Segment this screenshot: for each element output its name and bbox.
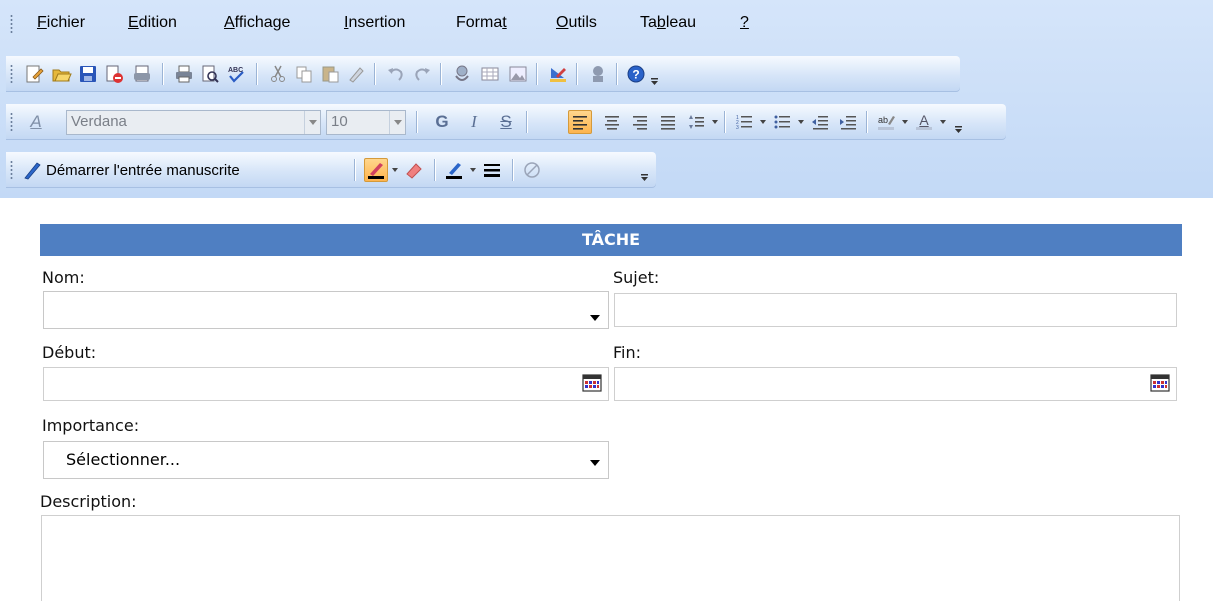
fin-calendar-icon[interactable] xyxy=(1150,374,1170,392)
font-size-select[interactable]: 10 xyxy=(326,110,406,135)
importance-dropdown-arrow-icon[interactable] xyxy=(590,460,600,466)
highlight-dropdown-icon[interactable] xyxy=(902,120,908,124)
menu-bar: Fichier Edition Affichage Insertion Form… xyxy=(0,10,1213,38)
debut-label: Début: xyxy=(42,343,97,362)
highlighter-dropdown-icon[interactable] xyxy=(470,168,476,172)
menu-format[interactable]: Format xyxy=(456,10,507,38)
print-icon[interactable] xyxy=(172,62,196,86)
font-name-select[interactable]: Verdana xyxy=(66,110,321,135)
fin-label: Fin: xyxy=(613,343,642,362)
svg-text:3: 3 xyxy=(736,125,739,131)
copy-icon[interactable] xyxy=(292,62,316,86)
eraser-icon[interactable] xyxy=(402,158,426,182)
font-name-value: Verdana xyxy=(71,113,127,130)
pen-color-dropdown-icon[interactable] xyxy=(392,168,398,172)
svg-text:ab: ab xyxy=(878,115,888,125)
align-left-button[interactable] xyxy=(568,110,592,134)
menu-grip[interactable] xyxy=(10,14,13,34)
debut-calendar-icon[interactable] xyxy=(582,374,602,392)
menu-edition[interactable]: Edition xyxy=(128,10,177,38)
hyperlink-icon[interactable] xyxy=(450,62,474,86)
redo-icon[interactable] xyxy=(410,62,434,86)
ink-toolbar: Démarrer l'entrée manuscrite xyxy=(6,152,656,188)
font-size-dropdown-icon[interactable] xyxy=(389,111,405,134)
line-spacing-icon[interactable] xyxy=(684,110,708,134)
increase-indent-icon[interactable] xyxy=(836,110,860,134)
start-ink-button[interactable]: Démarrer l'entrée manuscrite xyxy=(46,159,240,183)
formatting-toolbar-options-icon[interactable] xyxy=(954,125,963,134)
undo-icon[interactable] xyxy=(384,62,408,86)
description-label: Description: xyxy=(40,492,137,511)
ink-annotation-icon[interactable] xyxy=(520,158,544,182)
menu-outils[interactable]: Outils xyxy=(556,10,597,38)
formatting-toolbar-grip[interactable] xyxy=(10,112,13,132)
open-folder-icon[interactable] xyxy=(50,62,74,86)
insert-table-icon[interactable] xyxy=(478,62,502,86)
task-header: TÂCHE xyxy=(40,224,1182,256)
svg-text:?: ? xyxy=(632,68,639,82)
menu-insertion[interactable]: Insertion xyxy=(344,10,405,38)
menu-affichage[interactable]: Affichage xyxy=(224,10,290,38)
toolbar-band: Fichier Edition Affichage Insertion Form… xyxy=(0,0,1213,198)
nom-dropdown-arrow-icon[interactable] xyxy=(590,315,600,321)
importance-value: Sélectionner... xyxy=(66,450,181,469)
description-textarea[interactable] xyxy=(41,515,1180,601)
menu-tableau[interactable]: Tableau xyxy=(640,10,696,38)
print-preview-doc-icon[interactable] xyxy=(130,62,154,86)
permission-icon[interactable] xyxy=(102,62,126,86)
decrease-indent-icon[interactable] xyxy=(808,110,832,134)
fin-date-input[interactable] xyxy=(614,367,1177,401)
align-right-icon[interactable] xyxy=(628,110,652,134)
print-preview-icon[interactable] xyxy=(198,62,222,86)
sujet-input[interactable] xyxy=(614,293,1177,327)
importance-label: Importance: xyxy=(42,416,140,435)
font-size-value: 10 xyxy=(331,113,348,130)
line-weight-icon[interactable] xyxy=(480,158,504,182)
paste-icon[interactable] xyxy=(318,62,342,86)
font-color-dropdown-icon[interactable] xyxy=(940,120,946,124)
standard-toolbar-grip[interactable] xyxy=(10,64,13,84)
standard-toolbar: ABC ? xyxy=(6,56,960,92)
help-icon[interactable]: ? xyxy=(624,62,648,86)
new-document-icon[interactable] xyxy=(22,62,46,86)
font-color-icon[interactable]: A xyxy=(912,110,936,134)
justify-icon[interactable] xyxy=(656,110,680,134)
nom-dropdown[interactable] xyxy=(43,291,609,329)
styles-icon[interactable]: A xyxy=(24,110,48,134)
line-spacing-dropdown-icon[interactable] xyxy=(712,120,718,124)
importance-dropdown[interactable]: Sélectionner... xyxy=(43,441,609,479)
nom-label: Nom: xyxy=(42,268,85,287)
menu-help[interactable]: ? xyxy=(740,10,749,38)
sujet-label: Sujet: xyxy=(613,268,660,287)
bold-button[interactable]: G xyxy=(430,110,454,134)
cut-icon[interactable] xyxy=(266,62,290,86)
font-name-dropdown-icon[interactable] xyxy=(304,111,320,134)
save-icon[interactable] xyxy=(76,62,100,86)
research-icon[interactable] xyxy=(586,62,610,86)
drawing-icon[interactable] xyxy=(546,62,570,86)
ink-toolbar-grip[interactable] xyxy=(10,160,13,180)
spelling-icon[interactable]: ABC xyxy=(224,62,248,86)
italic-button[interactable]: I xyxy=(462,110,486,134)
insert-picture-icon[interactable] xyxy=(506,62,530,86)
numbering-dropdown-icon[interactable] xyxy=(760,120,766,124)
strikethrough-button[interactable]: S xyxy=(494,110,518,134)
format-painter-icon[interactable] xyxy=(344,62,368,86)
align-center-icon[interactable] xyxy=(600,110,624,134)
highlighter-icon[interactable] xyxy=(442,158,466,182)
ink-toolbar-options-icon[interactable] xyxy=(640,173,649,182)
menu-fichier[interactable]: Fichier xyxy=(37,10,85,38)
bullets-icon[interactable] xyxy=(770,110,794,134)
highlight-icon[interactable]: ab xyxy=(874,110,898,134)
pen-icon[interactable] xyxy=(20,158,44,182)
debut-date-input[interactable] xyxy=(43,367,609,401)
pen-color-button[interactable] xyxy=(364,158,388,182)
svg-text:A: A xyxy=(919,112,929,128)
standard-toolbar-options-icon[interactable] xyxy=(650,77,659,86)
formatting-toolbar: A Verdana 10 G I S 123 ab A xyxy=(6,104,1006,140)
numbering-icon[interactable]: 123 xyxy=(732,110,756,134)
bullets-dropdown-icon[interactable] xyxy=(798,120,804,124)
